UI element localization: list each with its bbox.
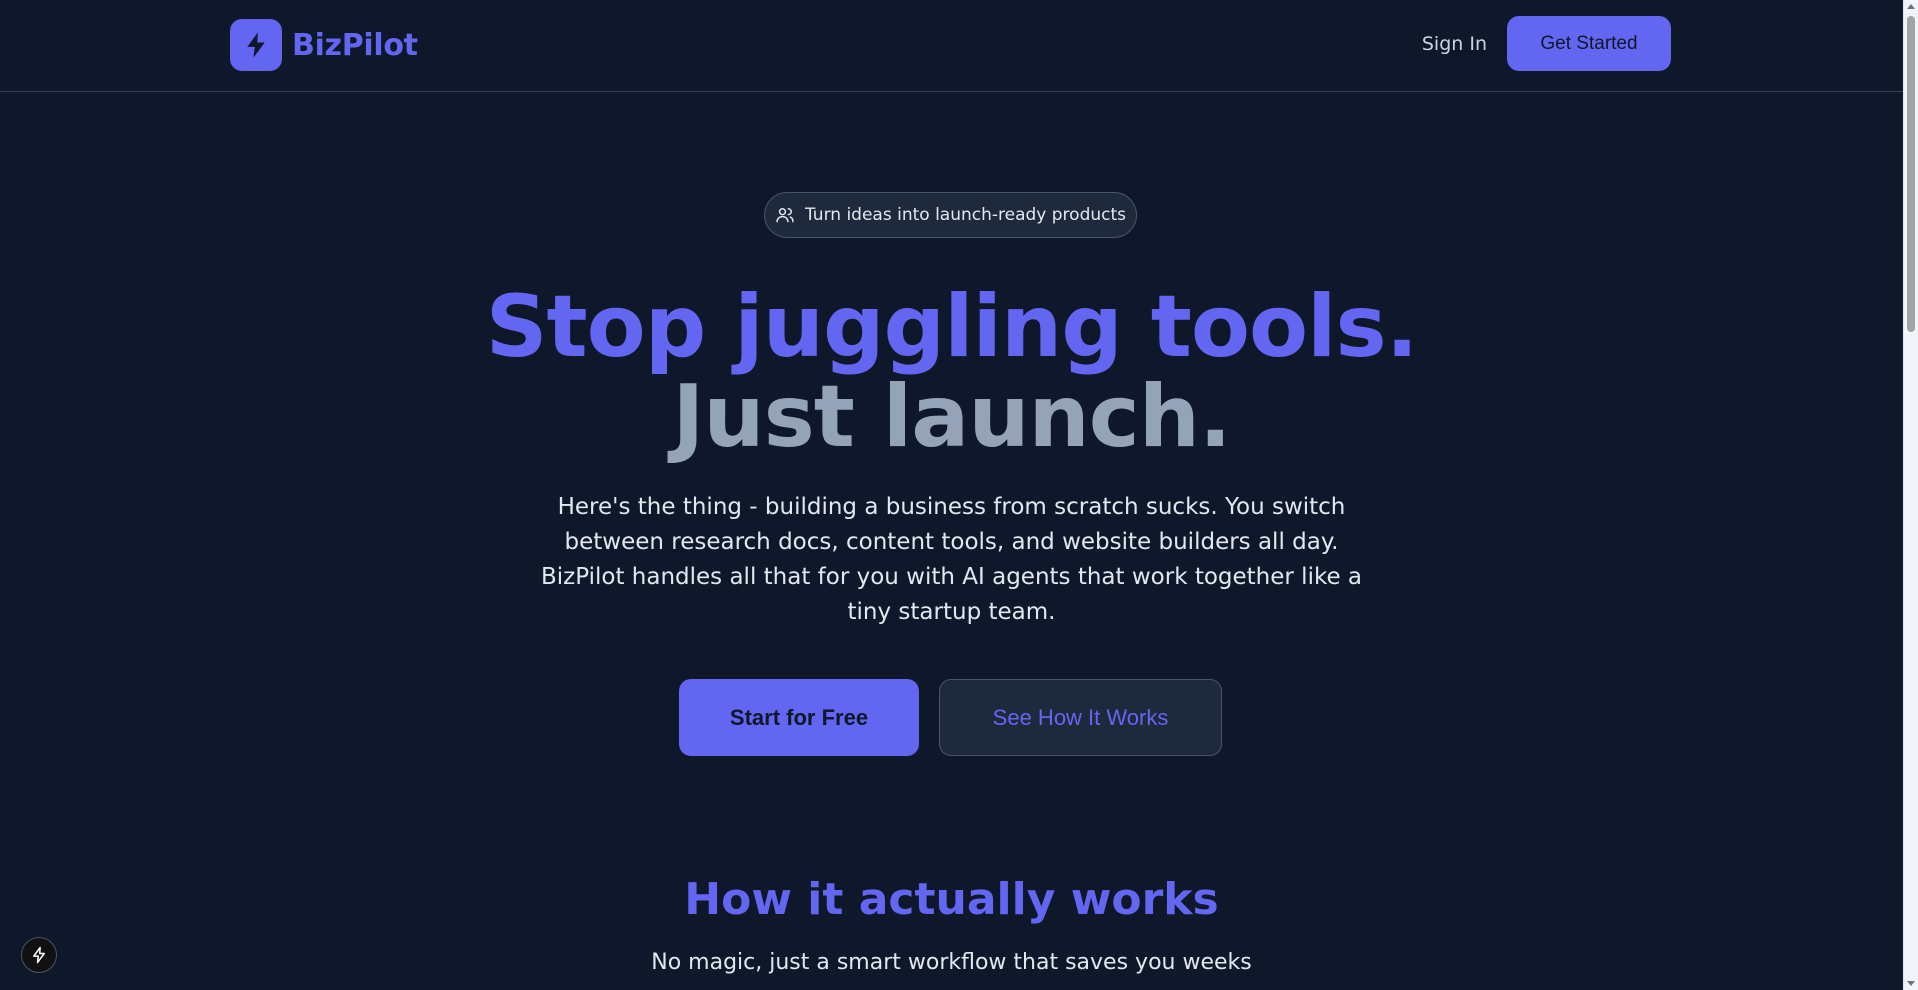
hero-headline: Stop juggling tools. Just launch. [0, 282, 1903, 462]
hero-badge-text: Turn ideas into launch-ready products [805, 205, 1126, 225]
page-scrollbar[interactable] [1903, 0, 1918, 990]
get-started-button[interactable]: Get Started [1507, 16, 1671, 71]
users-icon [775, 205, 795, 225]
how-it-works-subtitle: No magic, just a smart workflow that sav… [651, 950, 1252, 975]
see-how-it-works-button[interactable]: See How It Works [939, 679, 1222, 756]
floating-lightning-bolt-icon[interactable] [21, 937, 57, 973]
nav-actions: Sign In Get Started [1422, 16, 1671, 71]
start-for-free-button[interactable]: Start for Free [679, 679, 919, 756]
hero-cta-group: Start for Free See How It Works [679, 679, 1222, 756]
landing-page: BizPilot Sign In Get Started Turn ideas … [0, 0, 1918, 990]
brand-link[interactable]: BizPilot [230, 19, 418, 71]
hero-description: Here's the thing - building a business f… [540, 494, 1363, 625]
hero-headline-line2: Just launch. [672, 367, 1231, 467]
scrollbar-thumb[interactable] [1907, 16, 1915, 332]
how-it-works-title: How it actually works [684, 874, 1219, 925]
top-nav: BizPilot Sign In Get Started [0, 0, 1903, 92]
scroll-up-arrow-icon[interactable] [1907, 4, 1915, 9]
scroll-down-arrow-icon[interactable] [1907, 981, 1915, 986]
brand-name: BizPilot [292, 27, 418, 63]
hero-headline-line1: Stop juggling tools. [485, 277, 1419, 377]
lightning-bolt-icon [230, 19, 282, 71]
hero-badge: Turn ideas into launch-ready products [764, 192, 1137, 238]
sign-in-link[interactable]: Sign In [1422, 33, 1487, 55]
